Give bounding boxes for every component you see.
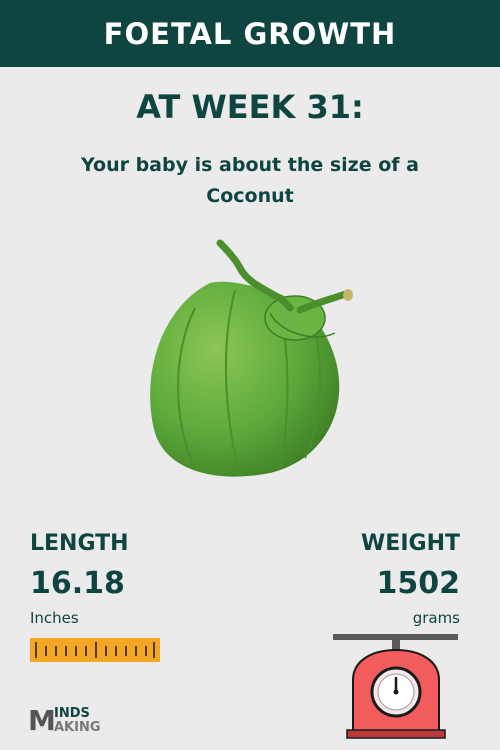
length-label: LENGTH [30,531,129,556]
weight-value: 1502 [376,566,461,601]
length-value: 16.18 [30,566,125,601]
weighing-scale-icon [333,634,458,739]
header-banner: FOETAL GROWTH [0,0,500,67]
weight-label: WEIGHT [361,531,460,556]
logo-text-bottom: AKING [54,720,101,735]
weight-unit: grams [412,609,460,627]
minds-making-logo: M INDS AKING [28,704,108,737]
ruler-icon [30,638,160,662]
length-unit: Inches [30,609,79,627]
logo-text-top: INDS [54,706,90,721]
logo-mark: M [28,704,56,737]
coconut-image [150,239,353,477]
week-heading: AT WEEK 31: [136,88,364,126]
page-title: FOETAL GROWTH [103,16,397,51]
size-comparison-text: Your baby is about the size of a Coconut [81,154,419,207]
